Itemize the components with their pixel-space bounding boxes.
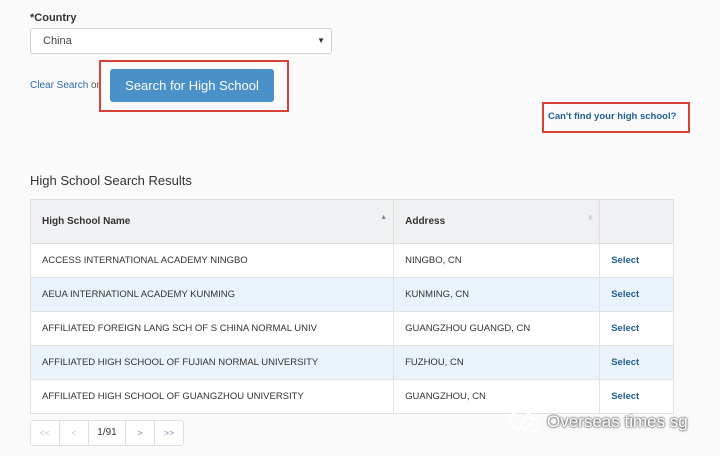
action-cell: Select (599, 277, 674, 312)
address-cell: KUNMING, CN (393, 277, 601, 312)
school-name-cell: AEUA INTERNATIONL ACADEMY KUNMING (29, 277, 395, 312)
high-school-search-page: *Country China ▼ Clear Search or Search … (0, 0, 720, 456)
column-header-address[interactable]: Address ⬍ (393, 199, 601, 244)
cant-find-high-school-link[interactable]: Can't find your high school? (548, 111, 676, 122)
sort-ascending-icon[interactable]: ▲ (380, 214, 387, 221)
page-indicator: 1/91 (89, 421, 126, 445)
country-label: *Country (30, 12, 77, 24)
table-row: ACCESS INTERNATIONAL ACADEMY NINGBO NING… (29, 243, 674, 278)
action-cell: Select (599, 345, 674, 380)
pagination: << < 1/91 > >> (30, 420, 184, 446)
table-row: AFFILIATED FOREIGN LANG SCH OF S CHINA N… (29, 311, 674, 346)
select-link[interactable]: Select (611, 255, 639, 266)
results-table: High School Name ▲ Address ⬍ ACCESS INTE… (29, 199, 674, 414)
action-cell: Select (599, 311, 674, 346)
action-cell: Select (599, 243, 674, 278)
school-name-cell: ACCESS INTERNATIONAL ACADEMY NINGBO (29, 243, 395, 278)
results-heading: High School Search Results (30, 173, 192, 188)
address-cell: FUZHOU, CN (393, 345, 601, 380)
select-link[interactable]: Select (611, 391, 639, 402)
country-select[interactable]: China ▼ (30, 28, 332, 54)
table-row: AFFILIATED HIGH SCHOOL OF FUJIAN NORMAL … (29, 345, 674, 380)
select-link[interactable]: Select (611, 289, 639, 300)
school-name-cell: AFFILIATED HIGH SCHOOL OF GUANGZHOU UNIV… (29, 379, 395, 414)
last-page-button[interactable]: >> (155, 421, 183, 445)
search-for-high-school-button[interactable]: Search for High School (110, 69, 274, 102)
column-header-name[interactable]: High School Name ▲ (29, 199, 395, 244)
next-page-button[interactable]: > (126, 421, 155, 445)
caret-down-icon: ▼ (317, 36, 325, 45)
sort-icon[interactable]: ⬍ (587, 214, 593, 222)
clear-search-link[interactable]: Clear Search (30, 80, 88, 91)
column-header-action (599, 199, 674, 244)
select-link[interactable]: Select (611, 357, 639, 368)
address-cell: GUANGZHOU GUANGD, CN (393, 311, 601, 346)
first-page-button[interactable]: << (31, 421, 60, 445)
table-header-row: High School Name ▲ Address ⬍ (29, 199, 674, 244)
school-name-cell: AFFILIATED FOREIGN LANG SCH OF S CHINA N… (29, 311, 395, 346)
watermark: Overseas times sg (508, 409, 688, 435)
country-selected-value: China (43, 35, 72, 47)
table-row: AEUA INTERNATIONL ACADEMY KUNMING KUNMIN… (29, 277, 674, 312)
watermark-text: Overseas times sg (547, 412, 688, 431)
prev-page-button[interactable]: < (60, 421, 89, 445)
school-name-cell: AFFILIATED HIGH SCHOOL OF FUJIAN NORMAL … (29, 345, 395, 380)
wechat-logo-icon (509, 410, 540, 433)
column-header-address-label: Address (405, 216, 446, 227)
address-cell: NINGBO, CN (393, 243, 601, 278)
column-header-name-label: High School Name (42, 216, 131, 227)
select-link[interactable]: Select (611, 323, 639, 334)
